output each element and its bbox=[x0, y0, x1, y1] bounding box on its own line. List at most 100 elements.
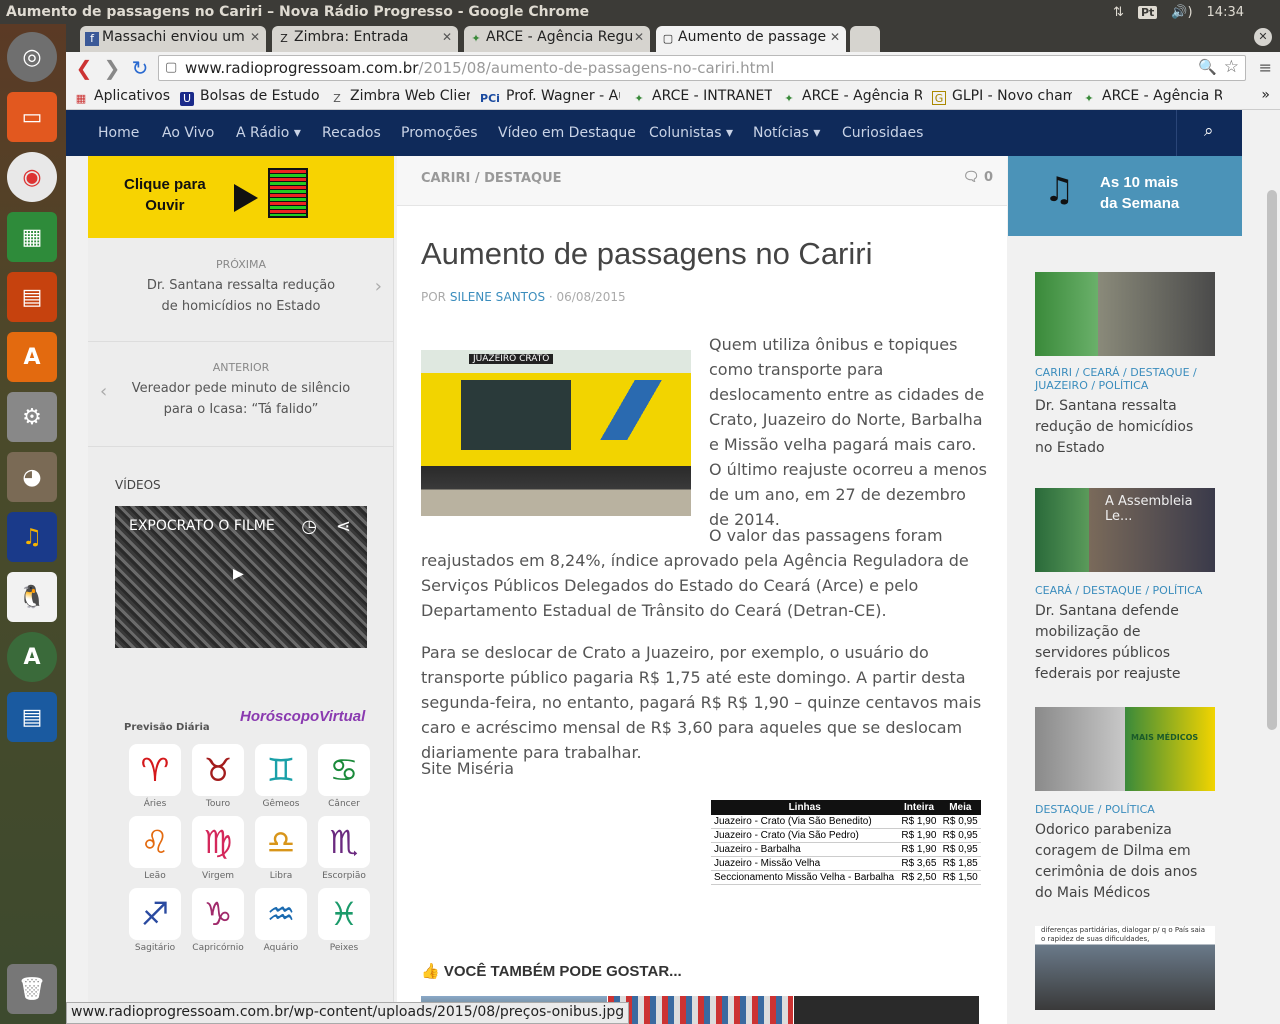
nav-home[interactable]: Home bbox=[98, 125, 139, 141]
nav-a-radio[interactable]: A Rádio ▾ bbox=[236, 125, 301, 141]
writer-icon[interactable]: ▤ bbox=[7, 692, 57, 742]
nav-noticias[interactable]: Notícias ▾ bbox=[753, 125, 820, 141]
nav-colunistas[interactable]: Colunistas ▾ bbox=[649, 125, 733, 141]
audacity-icon[interactable]: ♫ bbox=[7, 512, 57, 562]
previous-post-link[interactable]: ANTERIOR Vereador pede minuto de silênci… bbox=[88, 343, 394, 447]
zodiac-icon: ♒ bbox=[255, 888, 307, 940]
horoscope-sign[interactable]: ♒ Aquário bbox=[253, 888, 309, 953]
horoscope-sign[interactable]: ♏ Escorpião bbox=[316, 816, 372, 881]
horoscope-sign[interactable]: ♓ Peixes bbox=[316, 888, 372, 953]
trash-icon[interactable]: 🗑 bbox=[7, 964, 57, 1014]
thumb-santana-2[interactable]: A Assembleia Le... bbox=[1035, 488, 1215, 572]
impress-icon[interactable]: ▤ bbox=[7, 272, 57, 322]
related-thumb[interactable] bbox=[794, 996, 979, 1024]
close-icon[interactable]: ✕ bbox=[442, 30, 452, 44]
item-categories[interactable]: DESTAQUE / POLÍTICA bbox=[1035, 803, 1215, 816]
tab-zimbra[interactable]: Z Zimbra: Entrada ✕ bbox=[272, 26, 458, 52]
window-close-icon[interactable]: ✕ bbox=[1254, 28, 1272, 46]
tab-arce[interactable]: ✦ ARCE - Agência Regu ✕ bbox=[464, 26, 650, 52]
more-bookmarks-icon[interactable]: » bbox=[1261, 87, 1270, 103]
volume-icon[interactable]: 🔊) bbox=[1171, 5, 1192, 20]
new-tab-button[interactable] bbox=[850, 26, 880, 52]
horoscope-sign[interactable]: ♋ Câncer bbox=[316, 744, 372, 809]
bookmark-glpi[interactable]: G GLPI - Novo cham bbox=[932, 88, 1072, 105]
horoscope-logo[interactable]: HoróscopoVirtual bbox=[240, 708, 365, 725]
horoscope-sign[interactable]: ♑ Capricórnio bbox=[190, 888, 246, 953]
close-icon[interactable]: ✕ bbox=[830, 30, 840, 44]
horoscope-sign[interactable]: ♍ Virgem bbox=[190, 816, 246, 881]
player-label-line: Clique para bbox=[124, 176, 206, 193]
nav-recados[interactable]: Recados bbox=[322, 125, 381, 141]
item-title[interactable]: Dr. Santana defende mobilização de servi… bbox=[1035, 601, 1215, 685]
horoscope-sign[interactable]: ♈ Áries bbox=[127, 744, 183, 809]
bookmark-arce-3[interactable]: ✦ ARCE - Agência Re bbox=[1082, 88, 1222, 106]
close-icon[interactable]: ✕ bbox=[250, 30, 260, 44]
nav-ao-vivo[interactable]: Ao Vivo bbox=[162, 125, 214, 141]
sign-name: Aquário bbox=[263, 943, 299, 953]
gimp-icon[interactable]: ◕ bbox=[7, 452, 57, 502]
bookmark-zimbra[interactable]: Z Zimbra Web Clier bbox=[330, 88, 470, 106]
item-categories[interactable]: CARIRI / CEARÁ / DESTAQUE / JUAZEIRO / P… bbox=[1035, 366, 1215, 392]
reload-icon[interactable]: ↻ bbox=[126, 56, 154, 80]
horoscope-label: Previsão Diária bbox=[124, 722, 210, 733]
author-link[interactable]: SILENE SANTOS bbox=[450, 290, 545, 304]
zoom-icon[interactable]: 🔍 bbox=[1198, 58, 1217, 76]
fare-table-image[interactable]: Linhas Inteira Meia Juazeiro - Crato (Vi… bbox=[711, 800, 981, 885]
horoscope-sign[interactable]: ♉ Touro bbox=[190, 744, 246, 809]
tab-facebook[interactable]: f Massachi enviou um ✕ bbox=[80, 26, 266, 52]
next-label: PRÓXIMA bbox=[215, 258, 267, 271]
horoscope-sign[interactable]: ♐ Sagitário bbox=[127, 888, 183, 953]
next-post-link[interactable]: PRÓXIMA Dr. Santana ressalta redução de … bbox=[88, 238, 394, 342]
network-icon[interactable]: ⇅ bbox=[1113, 5, 1124, 20]
search-icon[interactable]: ⌕ bbox=[1204, 121, 1214, 141]
item-title[interactable]: Odorico parabeniza coragem de Dilma em c… bbox=[1035, 820, 1215, 904]
chrome-icon[interactable]: ◉ bbox=[7, 152, 57, 202]
nav-curiosidades[interactable]: Curiosidaes bbox=[842, 125, 923, 141]
bookmark-apps[interactable]: ▦ Aplicativos bbox=[74, 88, 174, 106]
clock-icon[interactable]: ◷ bbox=[301, 516, 317, 537]
tab-current[interactable]: ▢ Aumento de passage ✕ bbox=[656, 26, 846, 52]
back-icon[interactable]: ❮ bbox=[70, 56, 98, 80]
update-icon[interactable]: A bbox=[7, 632, 57, 682]
play-icon[interactable] bbox=[234, 184, 258, 212]
item-title[interactable]: Dr. Santana ressalta redução de homicídi… bbox=[1035, 396, 1215, 459]
address-bar[interactable]: ▢ www.radioprogressoam.com.br/2015/08/au… bbox=[158, 55, 1246, 81]
thumb-mais-medicos[interactable]: MAIS MÉDICOS bbox=[1035, 707, 1215, 791]
pidgin-icon[interactable]: 🐧 bbox=[7, 572, 57, 622]
thumb-santana-1[interactable] bbox=[1035, 272, 1215, 356]
menu-icon[interactable]: ≡ bbox=[1259, 58, 1272, 77]
video-embed[interactable]: EXPOCRATO O FILME ◷ ⋖ ▶ bbox=[115, 506, 367, 648]
clock[interactable]: 14:34 bbox=[1207, 5, 1244, 20]
related-thumb[interactable] bbox=[608, 996, 793, 1024]
comment-count[interactable]: 🗨 0 bbox=[963, 170, 993, 185]
bookmark-arce-2[interactable]: ✦ ARCE - Agência Re bbox=[782, 88, 922, 106]
ubuntu-dash-icon[interactable]: ◎ bbox=[7, 32, 57, 82]
calc-icon[interactable]: ▦ bbox=[7, 212, 57, 262]
bookmark-pci[interactable]: PCi Prof. Wagner - Au bbox=[480, 88, 620, 106]
item-categories[interactable]: CEARÁ / DESTAQUE / POLÍTICA bbox=[1035, 584, 1215, 597]
radio-player[interactable]: Clique para Ouvir bbox=[88, 156, 394, 238]
sign-name: Capricórnio bbox=[192, 943, 244, 953]
article-image-bus[interactable]: JUAZEIRO CRATO bbox=[421, 350, 691, 516]
article-category[interactable]: CARIRI / DESTAQUE bbox=[421, 171, 562, 186]
play-icon[interactable]: ▶ bbox=[233, 566, 244, 582]
horoscope-sign[interactable]: ♊ Gêmeos bbox=[253, 744, 309, 809]
nav-video-destaque[interactable]: Vídeo em Destaque bbox=[498, 125, 636, 141]
horoscope-sign[interactable]: ♌ Leão bbox=[127, 816, 183, 881]
share-icon[interactable]: ⋖ bbox=[336, 516, 351, 537]
files-icon[interactable]: ▭ bbox=[7, 92, 57, 142]
software-center-icon[interactable]: A bbox=[7, 332, 57, 382]
forward-icon[interactable]: ❯ bbox=[98, 56, 126, 80]
vertical-scrollbar[interactable] bbox=[1264, 110, 1280, 1024]
keyboard-layout-indicator[interactable]: Pt bbox=[1137, 5, 1158, 19]
nav-promocoes[interactable]: Promoções bbox=[401, 125, 478, 141]
settings-icon[interactable]: ⚙ bbox=[7, 392, 57, 442]
bookmark-bolsas[interactable]: U Bolsas de Estudo bbox=[180, 88, 320, 106]
star-icon[interactable]: ☆ bbox=[1224, 57, 1239, 77]
close-icon[interactable]: ✕ bbox=[634, 30, 644, 44]
horoscope-sign[interactable]: ♎ Libra bbox=[253, 816, 309, 881]
page-info-icon[interactable]: ▢ bbox=[165, 60, 177, 75]
thumb-meeting[interactable]: diferenças partidárias, dialogar p/ q o … bbox=[1035, 926, 1215, 1010]
bookmark-arce-intranet[interactable]: ✦ ARCE - INTRANET bbox=[632, 88, 772, 106]
scrollbar-thumb[interactable] bbox=[1267, 190, 1277, 730]
